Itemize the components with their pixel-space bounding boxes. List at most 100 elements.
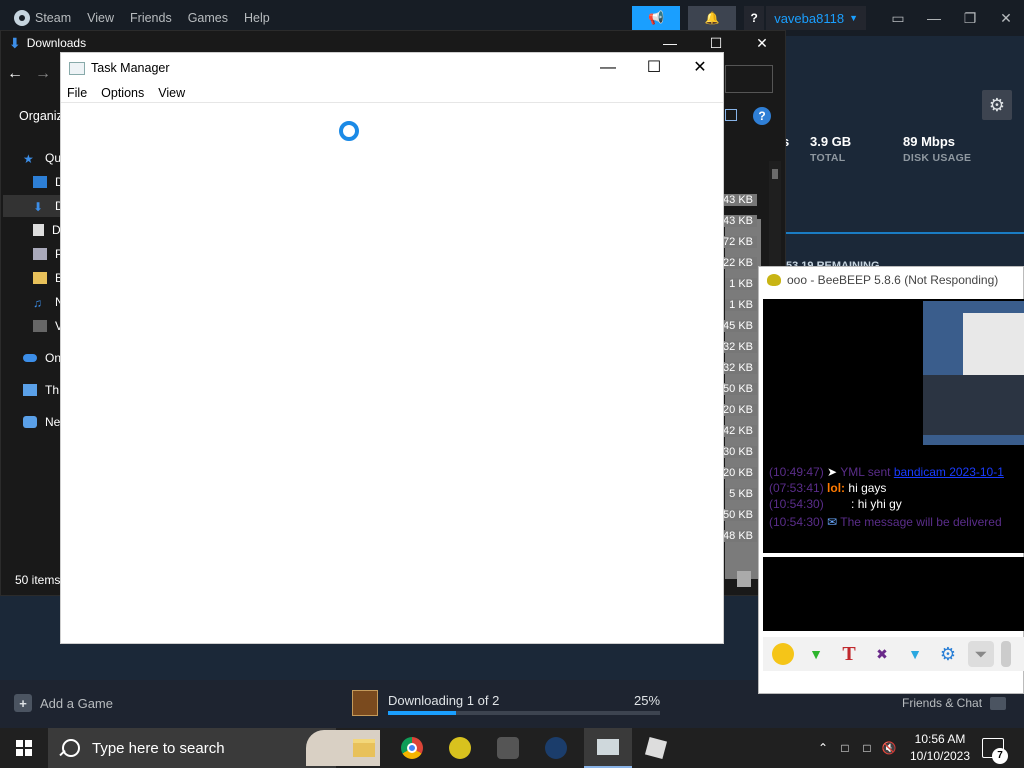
- message-text: The message will be delivered: [840, 515, 1002, 529]
- explorer-scroll-thumb[interactable]: [772, 169, 778, 179]
- taskbar-app-bird[interactable]: [484, 728, 532, 768]
- tm-menu-view[interactable]: View: [158, 86, 185, 100]
- explorer-close-button[interactable]: ✕: [739, 31, 785, 55]
- steam-menu-help[interactable]: Help: [244, 11, 270, 25]
- nav-label: Th: [45, 383, 60, 397]
- downloads-settings-button[interactable]: ⚙: [982, 90, 1012, 120]
- nav-label: On: [45, 351, 62, 365]
- file-size: 30 KB: [719, 446, 757, 458]
- close-icon: ✕: [693, 59, 707, 76]
- back-button[interactable]: ←: [1, 65, 29, 83]
- chat-history[interactable]: (10:49:47) ➤ YML sent bandicam 2023-10-1…: [763, 299, 1024, 553]
- nav-quick-access[interactable]: ★ Qu: [23, 151, 62, 166]
- file-size: 32 KB: [719, 341, 757, 353]
- message-text: hi yhi gy: [857, 497, 902, 511]
- clock-time: 10:56 AM: [914, 732, 966, 746]
- stat-disk: 89 Mbps DISK USAGE: [903, 134, 971, 164]
- task-manager-title: Task Manager: [91, 61, 170, 75]
- bird-icon: [497, 737, 519, 759]
- view-pane-icon[interactable]: [725, 109, 737, 121]
- details-view-button[interactable]: [737, 571, 751, 587]
- taskbar-beebeep[interactable]: [436, 728, 484, 768]
- notifications-button[interactable]: 🔔: [688, 6, 737, 30]
- message-text: YML sent: [840, 465, 891, 479]
- explorer-nav-buttons: ← →: [1, 65, 57, 83]
- nav-folder-b[interactable]: B: [33, 271, 63, 285]
- file-link[interactable]: bandicam 2023-10-1: [894, 465, 1004, 479]
- steam-minimize-button[interactable]: —: [916, 10, 952, 26]
- file-size: 20 KB: [719, 404, 757, 416]
- start-button[interactable]: [0, 728, 48, 768]
- restore-icon: ❐: [963, 9, 977, 26]
- steam-restore-button[interactable]: ❐: [952, 10, 988, 27]
- tm-menu-file[interactable]: File: [67, 86, 87, 100]
- account-menu-button[interactable]: vaveba8118 ▼: [766, 6, 866, 30]
- color-button[interactable]: ▼: [803, 641, 829, 667]
- more-button[interactable]: [1001, 641, 1011, 667]
- search-placeholder: Type here to search: [92, 739, 225, 757]
- filter-button[interactable]: ▼: [902, 641, 928, 667]
- announcements-button[interactable]: 📢: [632, 6, 681, 30]
- explorer-help-button[interactable]: ?: [753, 107, 771, 125]
- monitor-icon: ▭: [891, 9, 905, 26]
- show-hidden-icons-button[interactable]: ⌃: [812, 741, 834, 755]
- steam-menu-steam[interactable]: Steam: [14, 10, 71, 26]
- message-input[interactable]: [763, 557, 1024, 631]
- message-time: (07:53:41): [769, 481, 824, 495]
- steam-logo-icon: [14, 10, 30, 26]
- big-picture-button[interactable]: ▭: [880, 10, 916, 27]
- taskbar-clock[interactable]: 10:56 AM 10/10/2023: [906, 731, 974, 765]
- message-nick: :: [851, 497, 855, 511]
- steam-menu-games[interactable]: Games: [188, 11, 228, 25]
- nav-videos[interactable]: V: [33, 319, 63, 333]
- download-icon: ⬇: [33, 200, 44, 214]
- font-button[interactable]: T: [836, 641, 862, 667]
- steam-menu-view[interactable]: View: [87, 11, 114, 25]
- download-status[interactable]: Downloading 1 of 2: [388, 693, 499, 708]
- emoticon-button[interactable]: [770, 641, 796, 667]
- tm-minimize-button[interactable]: —: [585, 53, 631, 83]
- screenshot-preview[interactable]: [923, 301, 1024, 445]
- file-size: 22 KB: [719, 257, 757, 269]
- taskbar-roblox[interactable]: [632, 728, 680, 768]
- tm-maximize-button[interactable]: ☐: [631, 53, 677, 83]
- taskbar-steam[interactable]: [532, 728, 580, 768]
- send-file-button[interactable]: ⏷: [968, 641, 994, 667]
- settings-button[interactable]: ⚙: [935, 641, 961, 667]
- tm-menu-options[interactable]: Options: [101, 86, 144, 100]
- nav-this-pc[interactable]: Th: [23, 383, 59, 397]
- explorer-search-box[interactable]: [725, 65, 773, 93]
- download-game-thumbnail[interactable]: [352, 690, 378, 716]
- format-button[interactable]: ✖: [869, 641, 895, 667]
- message-text: hi gays: [848, 481, 887, 495]
- steam-close-button[interactable]: ✕: [988, 10, 1024, 27]
- steam-help-button[interactable]: ?: [744, 6, 765, 30]
- nav-pictures[interactable]: P: [33, 247, 63, 261]
- stat-total: 3.9 GB TOTAL: [810, 134, 851, 164]
- nav-onedrive[interactable]: On: [23, 351, 61, 365]
- maximize-icon: ☐: [646, 59, 662, 76]
- task-manager-icon: [69, 61, 85, 75]
- volume-muted-icon[interactable]: 🔇: [878, 741, 900, 755]
- nav-documents[interactable]: D: [33, 223, 61, 237]
- username: vaveba8118: [774, 10, 845, 26]
- stat-total-label: TOTAL: [810, 152, 846, 164]
- nav-label: Qu: [45, 151, 62, 165]
- taskbar-file-explorer[interactable]: [340, 728, 388, 768]
- steam-menu-label: Steam: [35, 11, 72, 25]
- taskbar-chrome[interactable]: [388, 728, 436, 768]
- network-icon[interactable]: □: [856, 741, 878, 755]
- close-icon: ✕: [756, 35, 768, 51]
- chat-message: (10:54:30) : hi yhi gy: [769, 497, 902, 511]
- tm-close-button[interactable]: ✕: [677, 53, 723, 83]
- file-size: 42 KB: [719, 425, 757, 437]
- taskbar-task-manager[interactable]: [584, 728, 632, 768]
- organize-menu[interactable]: Organiz: [19, 109, 63, 123]
- forward-button[interactable]: →: [29, 65, 57, 83]
- add-game-button[interactable]: + Add a Game: [14, 694, 113, 712]
- taskbar-search-box[interactable]: Type here to search: [48, 728, 380, 768]
- tablet-icon[interactable]: □: [834, 741, 856, 755]
- friends-chat-button[interactable]: Friends & Chat: [902, 696, 1007, 710]
- nav-network[interactable]: Ne: [23, 415, 60, 429]
- steam-menu-friends[interactable]: Friends: [130, 11, 172, 25]
